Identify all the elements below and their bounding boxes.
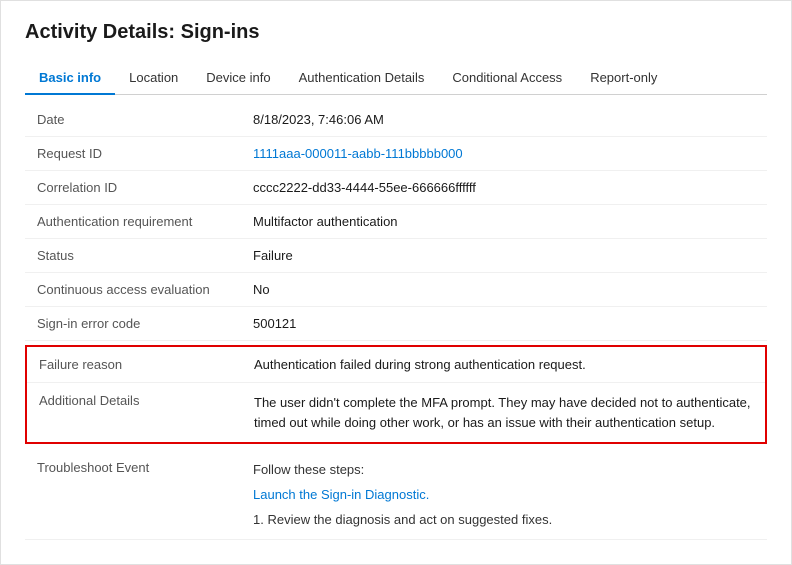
tab-content: Date 8/18/2023, 7:46:06 AM Request ID 11…	[25, 95, 767, 540]
field-value-additional-details: The user didn't complete the MFA prompt.…	[246, 383, 766, 444]
table-row: Request ID 1111aaa-000011-aabb-111bbbbb0…	[25, 137, 767, 171]
field-value-auth-req: Multifactor authentication	[245, 205, 767, 239]
table-row-additional-details: Additional Details The user didn't compl…	[26, 383, 766, 444]
field-label-cae: Continuous access evaluation	[25, 273, 245, 307]
field-value-troubleshoot: Follow these steps: Launch the Sign-in D…	[245, 448, 767, 540]
table-row: Status Failure	[25, 239, 767, 273]
field-value-request-id: 1111aaa-000011-aabb-111bbbbb000	[245, 137, 767, 171]
field-label-additional-details: Additional Details	[26, 383, 246, 444]
table-row: Date 8/18/2023, 7:46:06 AM	[25, 103, 767, 137]
tab-device-info[interactable]: Device info	[192, 62, 284, 95]
step-1-text: 1. Review the diagnosis and act on sugge…	[253, 510, 759, 531]
table-row-failure-reason: Failure reason Authentication failed dur…	[26, 346, 766, 383]
tab-authentication-details[interactable]: Authentication Details	[285, 62, 439, 95]
activity-details-panel: Activity Details: Sign-ins Basic info Lo…	[0, 0, 792, 565]
tab-conditional-access[interactable]: Conditional Access	[438, 62, 576, 95]
troubleshoot-steps: Follow these steps: Launch the Sign-in D…	[253, 460, 759, 530]
table-row: Continuous access evaluation No	[25, 273, 767, 307]
info-table: Date 8/18/2023, 7:46:06 AM Request ID 11…	[25, 103, 767, 341]
launch-diagnostic-link[interactable]: Launch the Sign-in Diagnostic.	[253, 485, 759, 506]
field-label-request-id: Request ID	[25, 137, 245, 171]
page-title: Activity Details: Sign-ins	[25, 21, 767, 44]
field-label-auth-req: Authentication requirement	[25, 205, 245, 239]
tab-report-only[interactable]: Report-only	[576, 62, 671, 95]
troubleshoot-table: Troubleshoot Event Follow these steps: L…	[25, 448, 767, 540]
field-value-error-code: 500121	[245, 307, 767, 341]
field-value-status: Failure	[245, 239, 767, 273]
field-label-failure-reason: Failure reason	[26, 346, 246, 383]
field-label-date: Date	[25, 103, 245, 137]
additional-details-text: The user didn't complete the MFA prompt.…	[254, 395, 751, 430]
field-label-status: Status	[25, 239, 245, 273]
tab-basic-info[interactable]: Basic info	[25, 62, 115, 95]
table-row: Sign-in error code 500121	[25, 307, 767, 341]
tab-bar: Basic info Location Device info Authenti…	[25, 62, 767, 95]
request-id-link[interactable]: 1111aaa-000011-aabb-111bbbbb000	[253, 146, 463, 161]
follow-steps-text: Follow these steps:	[253, 460, 759, 481]
table-row: Correlation ID cccc2222-dd33-4444-55ee-6…	[25, 171, 767, 205]
highlighted-table: Failure reason Authentication failed dur…	[25, 345, 767, 444]
table-row-troubleshoot: Troubleshoot Event Follow these steps: L…	[25, 448, 767, 540]
field-value-correlation-id: cccc2222-dd33-4444-55ee-666666ffffff	[245, 171, 767, 205]
field-value-failure-reason: Authentication failed during strong auth…	[246, 346, 766, 383]
field-label-error-code: Sign-in error code	[25, 307, 245, 341]
field-label-correlation-id: Correlation ID	[25, 171, 245, 205]
field-value-date: 8/18/2023, 7:46:06 AM	[245, 103, 767, 137]
field-value-cae: No	[245, 273, 767, 307]
tab-location[interactable]: Location	[115, 62, 192, 95]
table-row: Authentication requirement Multifactor a…	[25, 205, 767, 239]
field-label-troubleshoot: Troubleshoot Event	[25, 448, 245, 540]
